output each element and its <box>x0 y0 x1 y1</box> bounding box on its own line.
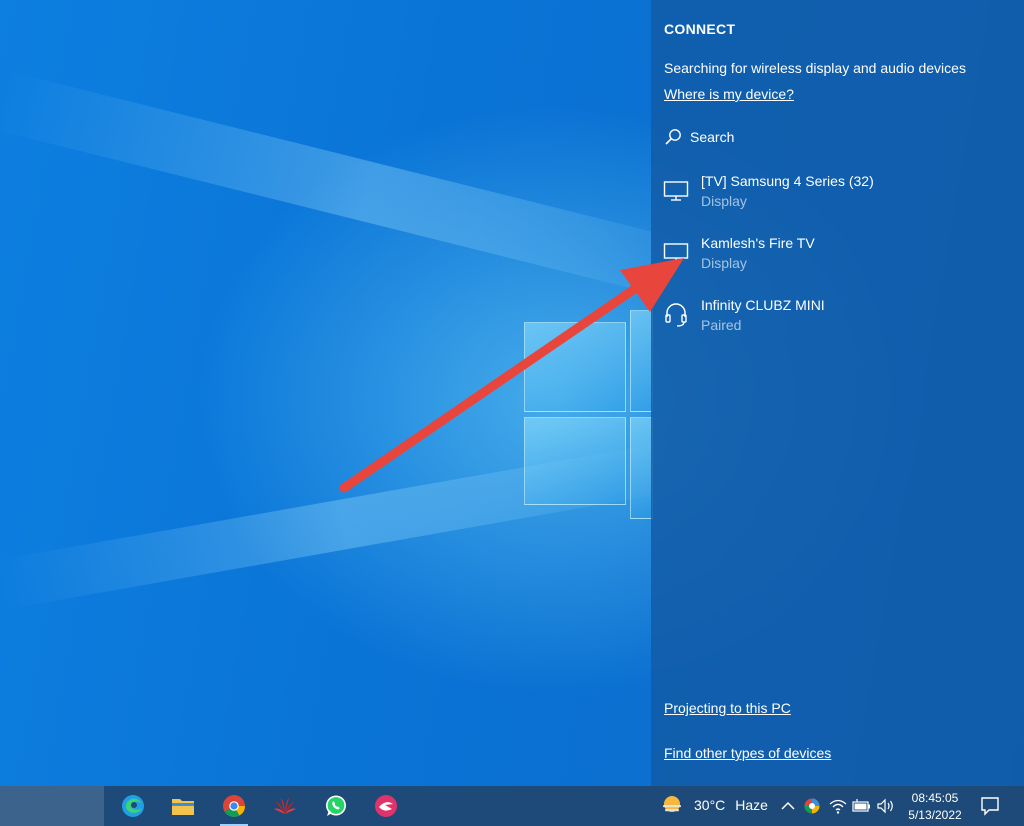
windows-logo-pane <box>630 310 653 412</box>
app-icon[interactable] <box>366 790 406 822</box>
weather-condition: Haze <box>735 797 768 813</box>
device-type: Display <box>701 193 747 209</box>
search-status-text: Searching for wireless display and audio… <box>664 60 966 76</box>
whatsapp-icon[interactable] <box>316 790 356 822</box>
chevron-up-icon[interactable] <box>778 796 798 816</box>
where-is-my-device-link[interactable]: Where is my device? <box>664 86 794 102</box>
taskbar-search-area[interactable] <box>0 786 104 826</box>
haze-icon <box>663 796 681 812</box>
wifi-icon[interactable] <box>828 796 848 816</box>
search-icon <box>665 129 681 145</box>
device-item-infinity-clubz[interactable]: Infinity CLUBZ MINI Paired <box>663 297 1003 345</box>
battery-icon[interactable] <box>852 796 872 816</box>
volume-icon[interactable] <box>876 796 896 816</box>
search-button[interactable]: Search <box>664 128 734 146</box>
weather-temp: 30°C <box>694 797 726 813</box>
device-type: Display <box>701 255 747 271</box>
edge-icon[interactable] <box>113 790 153 822</box>
device-item-fire-tv[interactable]: Kamlesh's Fire TV Display <box>663 235 1003 283</box>
weather-widget[interactable]: 30°C Haze <box>660 794 768 816</box>
huawei-icon[interactable] <box>265 790 305 822</box>
panel-title: CONNECT <box>664 21 736 37</box>
device-name: Kamlesh's Fire TV <box>701 235 815 251</box>
windows-logo-pane <box>630 417 653 519</box>
connect-panel: CONNECT Searching for wireless display a… <box>651 0 1024 786</box>
taskbar-clock[interactable]: 08:45:05 5/13/2022 <box>900 790 970 824</box>
windows-logo-pane <box>524 322 626 412</box>
clock-date: 5/13/2022 <box>908 808 962 822</box>
taskbar: 30°C Haze 08:45:05 5/13/2022 <box>0 786 1024 826</box>
clock-time: 08:45:05 <box>911 791 959 805</box>
search-label: Search <box>690 129 735 145</box>
monitor-icon <box>663 181 689 201</box>
monitor-icon <box>663 243 689 263</box>
chrome-icon[interactable] <box>214 790 254 826</box>
file-explorer-icon[interactable] <box>163 790 203 822</box>
headset-icon <box>665 303 687 327</box>
find-other-devices-link[interactable]: Find other types of devices <box>664 745 831 761</box>
color-app-icon[interactable] <box>802 796 822 816</box>
windows-logo-pane <box>524 417 626 505</box>
device-item-samsung-tv[interactable]: [TV] Samsung 4 Series (32) Display <box>663 173 1003 221</box>
projecting-to-this-pc-link[interactable]: Projecting to this PC <box>664 700 791 716</box>
action-center-icon[interactable] <box>978 794 1002 818</box>
device-status: Paired <box>701 317 742 333</box>
device-name: Infinity CLUBZ MINI <box>701 297 825 313</box>
device-name: [TV] Samsung 4 Series (32) <box>701 173 874 189</box>
